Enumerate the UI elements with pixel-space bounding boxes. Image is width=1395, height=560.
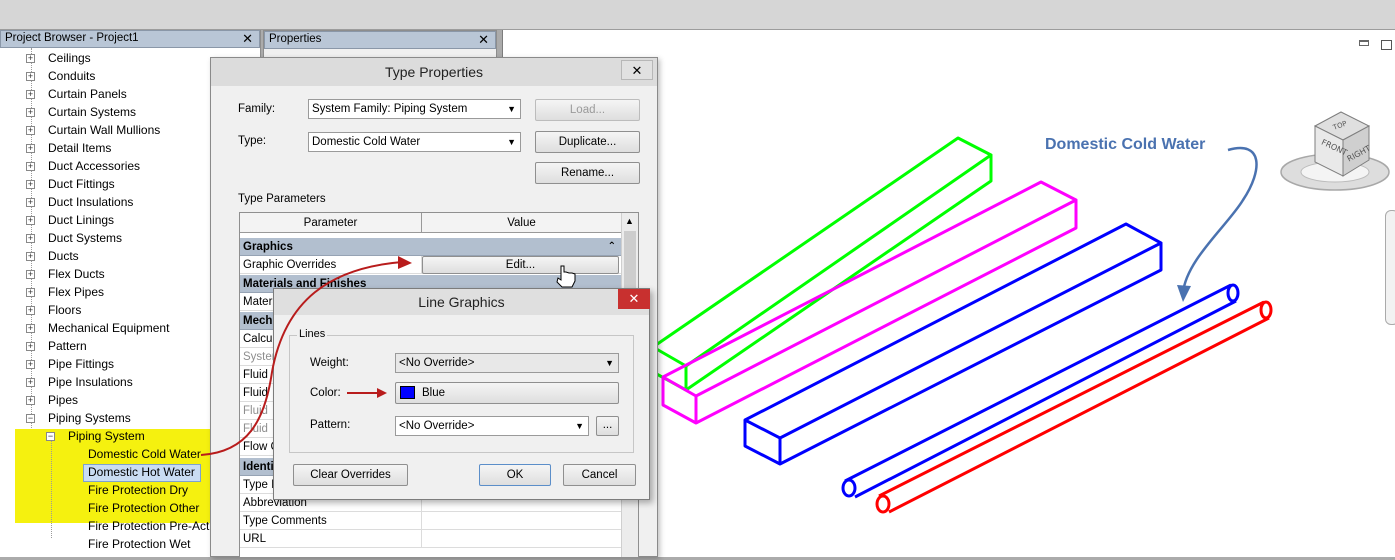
leader-arrows-overlay bbox=[200, 256, 576, 456]
hand-cursor-icon bbox=[556, 265, 576, 288]
